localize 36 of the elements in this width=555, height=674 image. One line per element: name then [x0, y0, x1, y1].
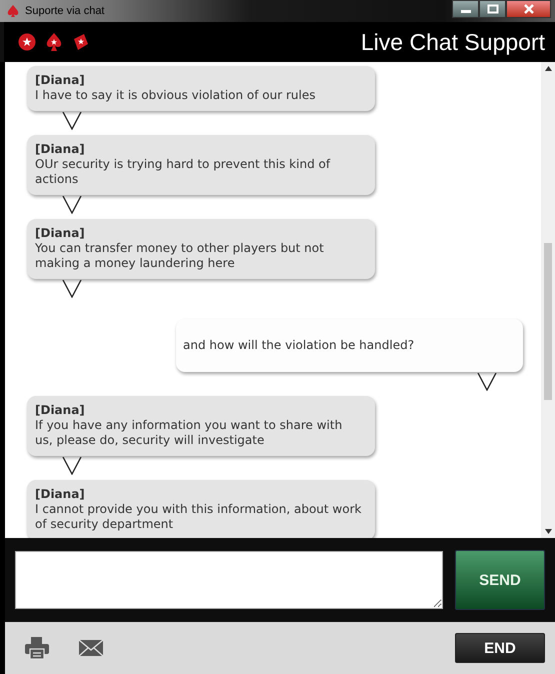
sender-name: [Diana]	[35, 403, 86, 418]
send-button[interactable]: SEND	[455, 550, 545, 610]
close-icon	[522, 4, 534, 14]
scroll-down-icon[interactable]	[544, 529, 552, 534]
speech-tail-icon	[62, 457, 82, 475]
message-text: I have to say it is obvious violation of our rules	[35, 88, 317, 103]
minimize-button[interactable]	[452, 0, 479, 18]
sender-name: [Diana]	[35, 226, 86, 241]
message-text: You can transfer money to other players but not making a money laundering here	[35, 241, 325, 271]
message-input-field[interactable]	[15, 551, 443, 609]
message-text: and how will the violation be handled?	[183, 338, 416, 353]
message-text: OUr security is trying hard to prevent this kind of actions	[35, 157, 332, 187]
scroll-up-icon[interactable]	[544, 66, 552, 71]
header-title: Live Chat Support	[360, 28, 545, 56]
end-button[interactable]: END	[455, 633, 545, 663]
message-text: I cannot provide you with this information, about work of security department	[35, 502, 362, 532]
sender-name: [Diana]	[35, 142, 86, 157]
sender-name: [Diana]	[35, 487, 86, 502]
envelope-icon[interactable]	[78, 639, 104, 657]
poker-chip-icon	[18, 33, 36, 51]
close-button[interactable]	[506, 0, 551, 18]
diamond-icon	[72, 33, 90, 51]
scrollbar[interactable]	[541, 62, 555, 538]
maximize-button[interactable]	[479, 0, 506, 18]
scrollbar-thumb[interactable]	[544, 243, 552, 400]
sender-name: [Diana]	[35, 73, 86, 88]
speech-tail-icon	[62, 196, 82, 214]
message-text: If you have any information you want to share with us, please do, security will investigate	[35, 418, 344, 448]
speech-tail-icon	[62, 112, 82, 130]
speech-tail-icon	[477, 373, 497, 391]
maximize-icon	[486, 4, 498, 14]
window-title: Suporte via chat	[25, 5, 104, 17]
spade-icon	[6, 4, 20, 18]
speech-tail-icon	[62, 280, 82, 298]
printer-icon[interactable]	[24, 636, 50, 660]
spade-icon	[45, 32, 63, 52]
